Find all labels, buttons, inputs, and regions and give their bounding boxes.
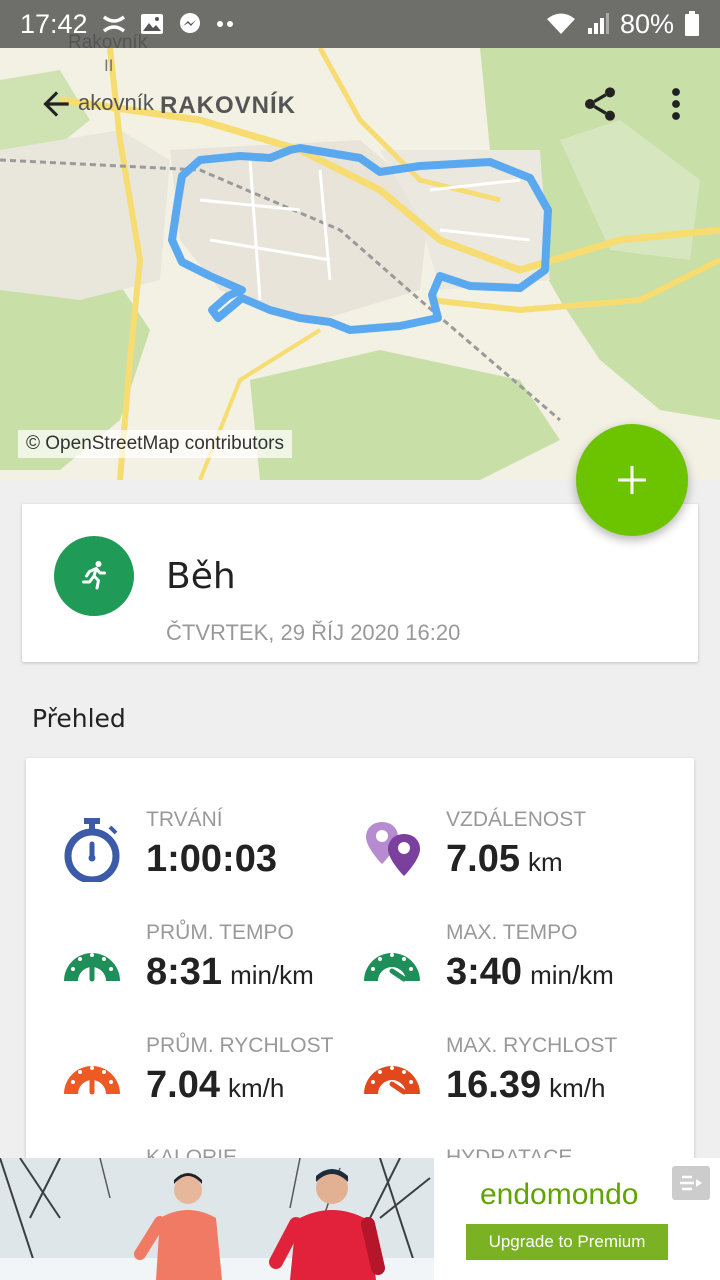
stat-distance-value: 7.05 km [446,838,563,881]
plus-icon [618,466,646,494]
stat-distance-label: VZDÁLENOST [446,808,587,831]
back-button[interactable] [32,80,80,128]
stat-distance: VZDÁLENOST 7.05 km [360,808,680,908]
under-armour-icon [102,15,126,33]
stat-duration-number: 1:00:03 [146,838,277,880]
gallery-icon [140,13,164,35]
more-vert-icon [672,88,680,120]
location-pins-icon [366,822,420,876]
upgrade-premium-button[interactable]: Upgrade to Premium [466,1224,668,1260]
stat-max-pace-label: MAX. TEMPO [446,921,578,944]
activity-title: Běh [166,556,236,597]
battery-icon [684,11,700,37]
ad-choices-icon[interactable] [672,1166,710,1200]
map-label-town-left: akovník [78,90,154,115]
more-options-button[interactable] [652,80,700,128]
stopwatch-icon [64,818,120,882]
activity-card[interactable]: Běh ČTVRTEK, 29 ŘÍJ 2020 16:20 [22,504,698,662]
stat-max-pace: MAX. TEMPO 3:40 min/km [360,921,680,1021]
sport-badge [54,536,134,616]
arrow-back-icon [43,91,69,117]
stat-max-speed: MAX. RYCHLOST 16.39 km/h [360,1034,680,1134]
stat-max-speed-value: 16.39 km/h [446,1064,605,1107]
gauge-icon-orange [64,1066,120,1095]
route-map[interactable]: Rakovník II akovník RAKOVNÍK © OpenStree… [0,0,720,480]
status-bar: 17:42 80% [0,0,720,48]
ad-banner[interactable]: endomondo Upgrade to Premium [0,1158,720,1280]
endomondo-logo: endomondo [480,1178,639,1211]
stat-max-pace-unit: min/km [530,960,614,990]
stat-distance-unit: km [527,847,563,877]
stat-avg-pace-number: 8:31 [146,951,223,993]
stat-avg-pace-label: PRŮM. TEMPO [146,921,294,944]
messenger-icon [178,12,202,36]
wifi-icon [546,12,576,36]
stat-distance-number: 7.05 [446,838,520,880]
share-icon [585,87,615,121]
stat-avg-pace-value: 8:31 min/km [146,951,314,994]
stat-avg-speed-number: 7.04 [146,1064,220,1106]
gauge-icon-green [64,953,120,982]
activity-date: ČTVRTEK, 29 ŘÍJ 2020 16:20 [166,620,461,645]
stat-max-pace-value: 3:40 min/km [446,951,614,994]
stat-duration-label: TRVÁNÍ [146,808,223,831]
map-attribution[interactable]: © OpenStreetMap contributors [18,430,292,458]
stat-max-speed-unit: km/h [549,1073,606,1103]
stat-avg-pace: PRŮM. TEMPO 8:31 min/km [60,921,380,1021]
more-dots-icon [216,20,236,28]
stat-avg-speed-unit: km/h [227,1073,285,1103]
stat-max-speed-number: 16.39 [446,1064,542,1106]
stat-avg-speed-value: 7.04 km/h [146,1064,284,1107]
stat-avg-speed: PRŮM. RYCHLOST 7.04 km/h [60,1034,380,1134]
ad-brand-area: endomondo Upgrade to Premium [434,1158,720,1280]
stat-avg-pace-unit: min/km [230,960,314,990]
stat-avg-speed-label: PRŮM. RYCHLOST [146,1034,334,1057]
map-label-road-number: II [104,56,114,75]
battery-percent: 80% [619,8,674,39]
stat-duration-value: 1:00:03 [146,838,277,881]
stat-max-speed-label: MAX. RYCHLOST [446,1034,618,1057]
gauge-high-icon-green [364,953,420,982]
map-label-town-main: RAKOVNÍK [160,92,297,119]
status-time: 17:42 [20,8,88,39]
overview-section-title: Přehled [32,704,126,733]
running-person-icon [82,561,106,590]
stat-duration: TRVÁNÍ 1:00:03 [60,808,380,908]
signal-icon [586,12,610,36]
overview-card: TRVÁNÍ 1:00:03 VZDÁLENOST 7.05 km PRŮM. T… [26,758,694,1178]
gauge-high-icon-orange [364,1066,420,1095]
share-button[interactable] [576,80,624,128]
add-button[interactable] [576,424,688,536]
stat-max-pace-number: 3:40 [446,951,523,993]
ad-runners-image [0,1158,434,1280]
